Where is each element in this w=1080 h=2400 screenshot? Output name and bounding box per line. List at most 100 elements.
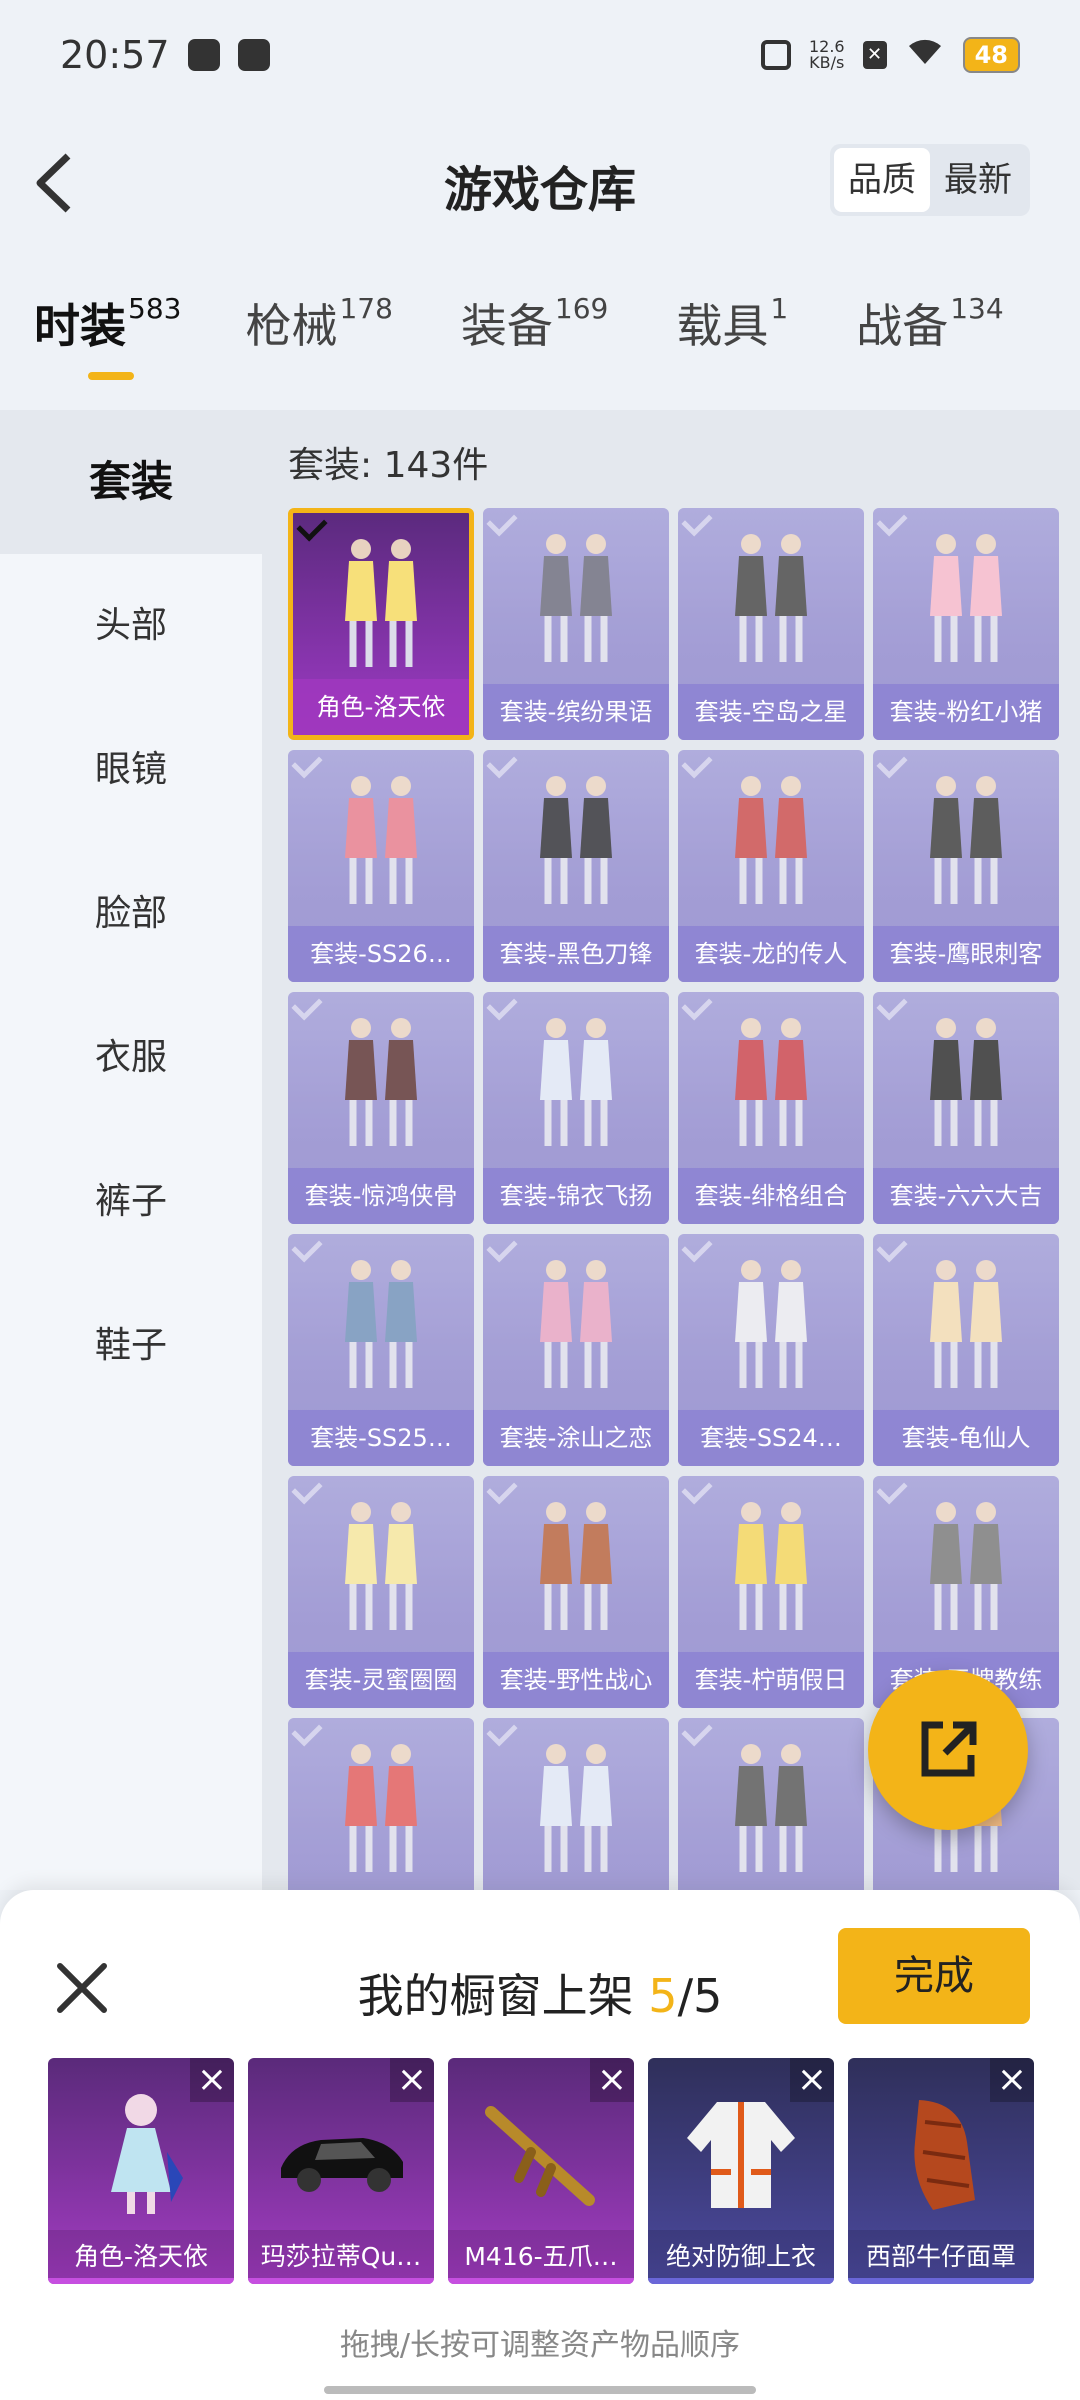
- outfit-figure-icon: [540, 1260, 612, 1388]
- tab-firearms[interactable]: 枪械178: [245, 290, 392, 410]
- grid-item[interactable]: 套装-SS25…: [288, 1234, 474, 1466]
- header: 游戏仓库 品质 最新: [0, 130, 1080, 230]
- grid-item[interactable]: 套装-缤纷果语: [483, 508, 669, 740]
- check-icon: [876, 1476, 908, 1505]
- shelf-item[interactable]: × 西部牛仔面罩: [848, 2058, 1034, 2284]
- showcase-shelf: × 角色-洛天依 × 玛莎拉蒂Qu… × M416-五爪… × 绝对防御上衣 ×…: [48, 2058, 1034, 2284]
- sort-newest-button[interactable]: 最新: [930, 148, 1026, 212]
- grid-item[interactable]: 套装-龙的传人: [678, 750, 864, 982]
- check-icon: [486, 750, 518, 779]
- sidebar-item-clothes[interactable]: 衣服: [0, 986, 262, 1130]
- shelf-item[interactable]: × 玛莎拉蒂Qu…: [248, 2058, 434, 2284]
- grid-item-name: 套装-锦衣飞扬: [483, 1168, 669, 1224]
- grid-item-name: 套装-涂山之恋: [483, 1410, 669, 1466]
- item-grid-area: 套装: 143件 角色-洛天依 套装-缤纷果语 套装-空岛之星 套装-粉红小猪套装-S…: [262, 410, 1080, 1890]
- vibrate-icon: [760, 40, 791, 70]
- outfit-figure-icon: [735, 534, 807, 662]
- grid-item-name: 套装-黑色刀锋: [483, 926, 669, 982]
- showcase-count-total: 5: [693, 1969, 723, 2023]
- check-icon: [681, 750, 713, 779]
- sidebar-item-face[interactable]: 脸部: [0, 842, 262, 986]
- remove-icon[interactable]: ×: [390, 2058, 434, 2102]
- tab-fashion[interactable]: 时装583: [34, 290, 181, 410]
- outfit-figure-icon: [345, 1260, 417, 1388]
- check-icon: [681, 508, 713, 537]
- shelf-item-name: 角色-洛天依: [48, 2230, 234, 2284]
- grid-item-name: 套装-龟仙人: [873, 1410, 1059, 1466]
- grid-item[interactable]: 套装-龟仙人: [873, 1234, 1059, 1466]
- grid-item[interactable]: [288, 1718, 474, 1890]
- share-icon: [921, 1721, 977, 1777]
- grid-item[interactable]: 套装-灵蜜圈圈: [288, 1476, 474, 1708]
- done-button[interactable]: 完成: [838, 1928, 1030, 2024]
- check-icon: [291, 1718, 323, 1747]
- grid-item-name: 套装-SS24…: [678, 1410, 864, 1466]
- outfit-figure-icon: [345, 776, 417, 904]
- grid-item[interactable]: 套装-六六大吉: [873, 992, 1059, 1224]
- check-icon: [486, 508, 518, 537]
- outfit-figure-icon: [345, 539, 417, 667]
- car-icon: [281, 2138, 403, 2192]
- grid-item[interactable]: 套装-柠萌假日: [678, 1476, 864, 1708]
- sidebar-item-suits[interactable]: 套装: [0, 410, 262, 554]
- check-icon: [291, 992, 323, 1021]
- subcategory-sidebar: 套装 头部 眼镜 脸部 衣服 裤子 鞋子: [0, 410, 262, 1890]
- grid-item-name: 套装-柠萌假日: [678, 1652, 864, 1708]
- shelf-item[interactable]: × 绝对防御上衣: [648, 2058, 834, 2284]
- grid-item-name: 套装-惊鸿侠骨: [288, 1168, 474, 1224]
- check-icon: [876, 992, 908, 1021]
- remove-icon[interactable]: ×: [590, 2058, 634, 2102]
- shelf-item-name: 绝对防御上衣: [648, 2230, 834, 2284]
- grid-item[interactable]: 套装-锦衣飞扬: [483, 992, 669, 1224]
- remove-icon[interactable]: ×: [190, 2058, 234, 2102]
- check-icon: [681, 1718, 713, 1747]
- grid-item[interactable]: 套装-惊鸿侠骨: [288, 992, 474, 1224]
- grid-item[interactable]: [678, 1718, 864, 1890]
- status-bar: 20:57 12.6 KB/s ✕ 48: [0, 0, 1080, 110]
- grid-item[interactable]: 套装-空岛之星: [678, 508, 864, 740]
- grid-count-title: 套装: 143件: [288, 445, 489, 486]
- check-icon: [486, 1718, 518, 1747]
- bandana-mask-icon: [914, 2100, 975, 2210]
- grid-item[interactable]: 套装-野性战心: [483, 1476, 669, 1708]
- grid-item-name: 套装-空岛之星: [678, 684, 864, 740]
- remove-icon[interactable]: ×: [990, 2058, 1034, 2102]
- check-icon: [681, 992, 713, 1021]
- outfit-figure-icon: [540, 776, 612, 904]
- reorder-hint: 拖拽/长按可调整资产物品顺序: [339, 2328, 741, 2363]
- sort-quality-button[interactable]: 品质: [834, 148, 930, 212]
- shelf-item-name: 西部牛仔面罩: [848, 2230, 1034, 2284]
- status-time: 20:57: [60, 33, 170, 77]
- grid-item[interactable]: 套装-绯格组合: [678, 992, 864, 1224]
- outfit-figure-icon: [540, 1018, 612, 1146]
- tab-supplies[interactable]: 战备134: [856, 290, 1003, 410]
- remove-icon[interactable]: ×: [790, 2058, 834, 2102]
- sidebar-item-shoes[interactable]: 鞋子: [0, 1274, 262, 1418]
- sidebar-item-head[interactable]: 头部: [0, 554, 262, 698]
- shelf-item[interactable]: × M416-五爪…: [448, 2058, 634, 2284]
- grid-item[interactable]: 套装-粉红小猪: [873, 508, 1059, 740]
- character-figure-icon: [111, 2094, 183, 2214]
- grid-item[interactable]: 套装-黑色刀锋: [483, 750, 669, 982]
- grid-item[interactable]: 套装-鹰眼刺客: [873, 750, 1059, 982]
- tab-vehicles[interactable]: 载具1: [676, 290, 788, 410]
- share-button[interactable]: [868, 1670, 1028, 1830]
- grid-item[interactable]: 套装-涂山之恋: [483, 1234, 669, 1466]
- home-indicator[interactable]: [324, 2386, 756, 2394]
- grid-item-name: 套装-龙的传人: [678, 926, 864, 982]
- grid-item[interactable]: 套装-SS26…: [288, 750, 474, 982]
- check-icon: [291, 1476, 323, 1505]
- shelf-item[interactable]: × 角色-洛天依: [48, 2058, 234, 2284]
- sim-off-icon: ✕: [862, 41, 887, 69]
- grid-item[interactable]: [483, 1718, 669, 1890]
- grid-item[interactable]: 套装-SS24…: [678, 1234, 864, 1466]
- battery-indicator: 48: [962, 37, 1020, 73]
- sidebar-item-pants[interactable]: 裤子: [0, 1130, 262, 1274]
- showcase-panel: 我的橱窗上架 5/5 完成 × 角色-洛天依 × 玛莎拉蒂Qu… × M416-…: [0, 1890, 1080, 2400]
- sidebar-item-glasses[interactable]: 眼镜: [0, 698, 262, 842]
- grid-item-name: 套装-SS25…: [288, 1410, 474, 1466]
- tab-equipment[interactable]: 装备169: [461, 290, 608, 410]
- grid-item-selected[interactable]: 角色-洛天依: [288, 508, 474, 740]
- rifle-icon: [485, 2106, 595, 2206]
- outfit-figure-icon: [735, 1018, 807, 1146]
